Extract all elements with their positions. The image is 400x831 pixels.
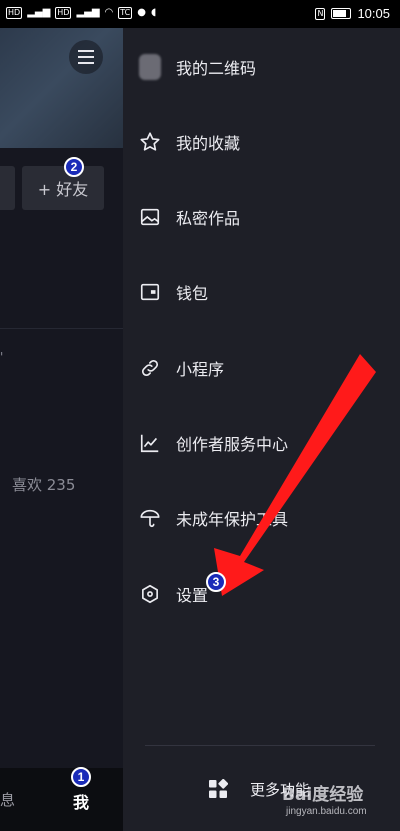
menu-item-label: 我的二维码 xyxy=(176,59,257,78)
add-friend-label: + 好友 xyxy=(37,180,89,199)
tc-app-icon: TC xyxy=(118,7,133,19)
signal-4g-icon-2: ▂▄▆ xyxy=(76,7,100,18)
chart-icon xyxy=(139,432,161,454)
menu-item-label: 小程序 xyxy=(176,360,225,379)
menu-item-label: 设置 xyxy=(176,586,209,605)
menu-item-qr-code[interactable]: 我的二维码 xyxy=(123,42,400,92)
menu-item-minor-protection[interactable]: 未成年保护工具 xyxy=(123,493,400,543)
hexagon-settings-icon xyxy=(139,583,161,605)
menu-item-creator-center[interactable]: 创作者服务中心 xyxy=(123,418,400,468)
edit-profile-button[interactable] xyxy=(0,166,15,210)
clock: 10:05 xyxy=(357,6,390,21)
likes-tab[interactable]: 喜欢 235 xyxy=(12,474,75,495)
menu-item-label: 未成年保护工具 xyxy=(176,510,289,529)
profile-page-background: + 好友 ' 喜欢 235 息 我 xyxy=(0,0,123,831)
message-icon: ◖ xyxy=(151,7,157,18)
grid-icon xyxy=(209,779,228,798)
menu-item-wallet[interactable]: 钱包 xyxy=(123,267,400,317)
section-divider xyxy=(0,328,123,329)
add-friend-button[interactable]: + 好友 xyxy=(22,166,104,210)
star-icon xyxy=(139,131,161,153)
menu-item-mini-programs[interactable]: 小程序 xyxy=(123,343,400,393)
status-icons-right: N 10:05 xyxy=(315,6,390,21)
watermark-url: jingyan.baidu.com xyxy=(286,806,367,817)
image-icon xyxy=(139,206,161,228)
menu-item-private-works[interactable]: 私密作品 xyxy=(123,192,400,242)
menu-item-label: 创作者服务中心 xyxy=(176,435,289,454)
status-icons-left: HD ▂▄▆ HD ▂▄▆ ◠ TC ● ◖ xyxy=(6,6,156,20)
avatar xyxy=(139,54,161,80)
step-marker-2: 2 xyxy=(64,157,84,177)
bottom-tab-bar xyxy=(0,768,123,831)
profile-cover-image xyxy=(0,28,123,148)
tab-me[interactable]: 我 xyxy=(73,789,89,813)
menu-item-settings[interactable]: 设置 xyxy=(123,569,400,619)
wifi-icon: ◠ xyxy=(104,7,114,18)
menu-item-label: 钱包 xyxy=(176,284,209,303)
hamburger-icon xyxy=(78,50,94,64)
status-bar: HD ▂▄▆ HD ▂▄▆ ◠ TC ● ◖ N 10:05 xyxy=(0,0,400,28)
umbrella-icon xyxy=(139,507,161,529)
step-marker-1: 1 xyxy=(71,767,91,787)
hamburger-menu-button[interactable] xyxy=(69,40,103,74)
truncated-text: ' xyxy=(0,350,4,364)
menu-item-label: 我的收藏 xyxy=(176,134,241,153)
signal-4g-icon: ▂▄▆ xyxy=(27,7,51,18)
link-icon xyxy=(139,357,161,379)
hd-indicator-2: HD xyxy=(55,7,72,19)
wallet-icon xyxy=(139,281,161,303)
step-marker-3: 3 xyxy=(206,572,226,592)
side-drawer-menu: 我的二维码 我的收藏 私密作品 钱包 小程序 创作者服务中心 未成年保护工具 设… xyxy=(123,28,400,831)
watermark-logo: Bai度经验 xyxy=(282,785,364,805)
menu-item-label: 私密作品 xyxy=(176,209,241,228)
hd-indicator: HD xyxy=(6,7,23,19)
qq-icon: ● xyxy=(137,7,147,18)
tab-messages[interactable]: 息 xyxy=(0,789,15,810)
battery-icon xyxy=(331,8,352,19)
menu-item-favorites[interactable]: 我的收藏 xyxy=(123,117,400,167)
drawer-divider xyxy=(145,745,375,746)
nfc-icon: N xyxy=(315,7,326,20)
